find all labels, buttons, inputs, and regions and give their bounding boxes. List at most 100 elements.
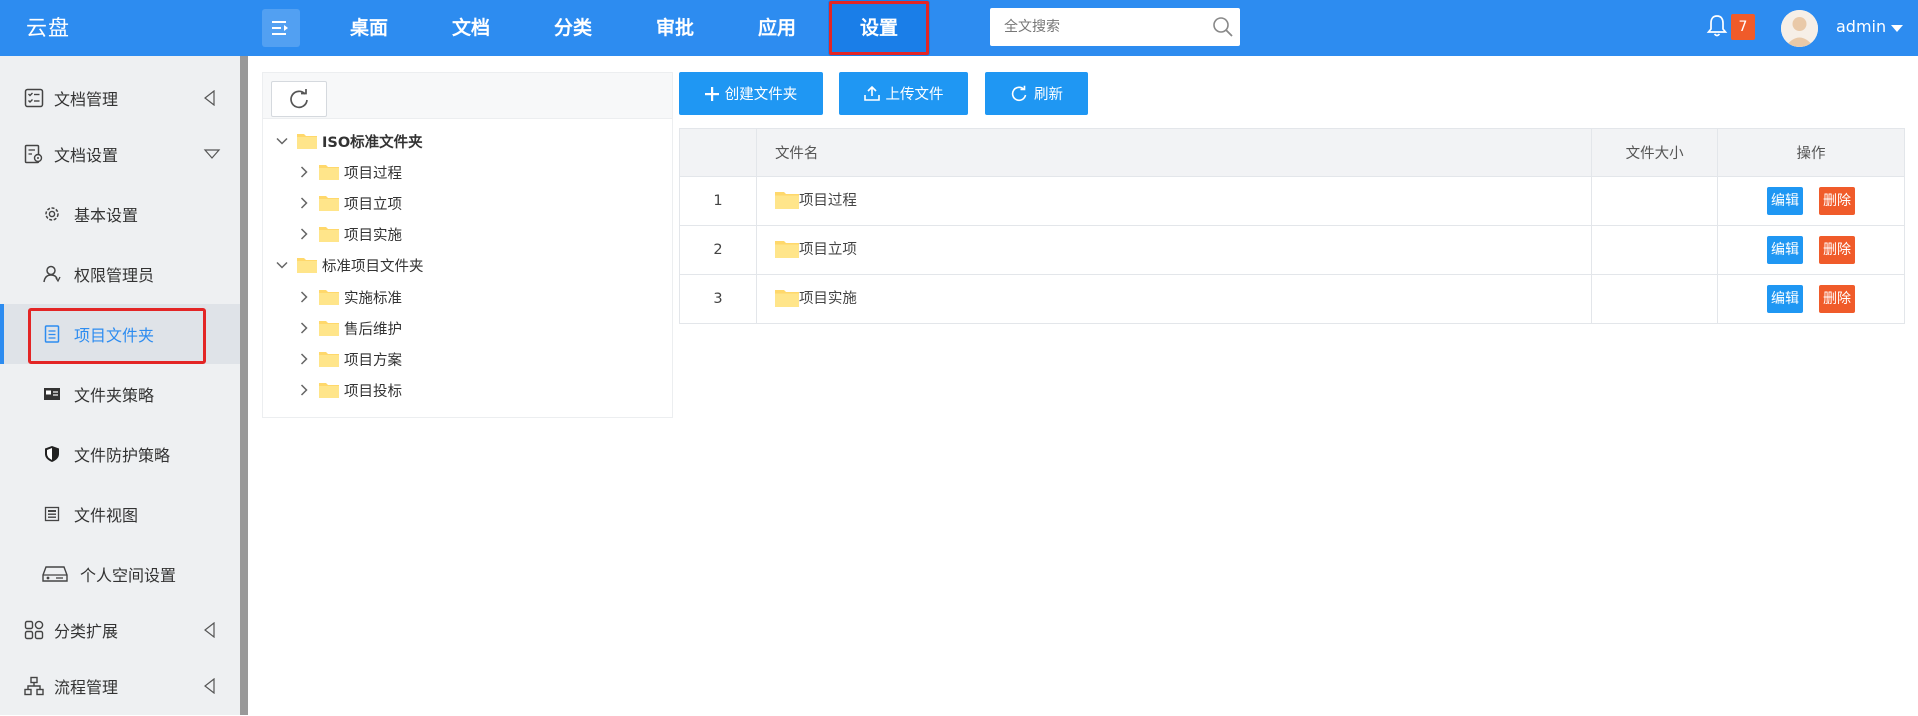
sidebar-item-label: 文件视图 bbox=[74, 506, 139, 525]
search-input[interactable] bbox=[990, 8, 1195, 46]
upload-file-label: 上传文件 bbox=[885, 87, 944, 103]
chevron-down-icon[interactable] bbox=[275, 134, 289, 148]
bell-icon[interactable] bbox=[1706, 14, 1728, 38]
folder-icon bbox=[319, 165, 339, 180]
sidebar-item-label: 文档设置 bbox=[54, 146, 119, 165]
row-actions: 编辑 删除 bbox=[1717, 274, 1905, 324]
search-icon[interactable] bbox=[1212, 16, 1234, 38]
user-avatar-icon bbox=[1781, 10, 1818, 47]
nav-categories[interactable]: 分类 bbox=[522, 0, 624, 56]
edit-button[interactable]: 编辑 bbox=[1767, 187, 1804, 215]
chevron-right-icon[interactable] bbox=[297, 352, 311, 366]
user-dropdown-caret-icon[interactable] bbox=[1891, 25, 1903, 32]
tree-node-label: 售后维护 bbox=[344, 321, 402, 338]
folder-icon bbox=[297, 258, 317, 273]
tree-node-label: 项目投标 bbox=[344, 383, 402, 400]
row-filename[interactable]: 项目过程 bbox=[799, 189, 857, 210]
edit-button[interactable]: 编辑 bbox=[1767, 236, 1804, 264]
col-filename-header[interactable]: 文件名 bbox=[756, 128, 1593, 177]
delete-button[interactable]: 删除 bbox=[1819, 236, 1856, 264]
tree-node-project-implementation[interactable]: 项目实施 bbox=[297, 222, 402, 246]
sidebar-item-flow-management[interactable]: 流程管理 bbox=[0, 656, 240, 716]
row-index: 1 bbox=[679, 176, 757, 226]
col-index-header bbox=[679, 128, 757, 177]
avatar[interactable] bbox=[1781, 10, 1818, 47]
username[interactable]: admin bbox=[1836, 17, 1886, 36]
tree-node-standard-folder[interactable]: 标准项目文件夹 bbox=[275, 253, 424, 277]
list-icon bbox=[42, 324, 62, 344]
chevron-right-icon[interactable] bbox=[297, 290, 311, 304]
tree-node-label: 标准项目文件夹 bbox=[322, 258, 424, 275]
tree-node-project-plan[interactable]: 项目方案 bbox=[297, 347, 402, 371]
row-filename[interactable]: 项目实施 bbox=[799, 287, 857, 308]
sidebar-item-project-folder[interactable]: 项目文件夹 bbox=[0, 304, 240, 364]
sidebar-item-file-view[interactable]: 文件视图 bbox=[0, 484, 240, 544]
sidebar-item-folder-policy[interactable]: 文件夹策略 bbox=[0, 364, 240, 424]
chevron-down-icon[interactable] bbox=[275, 258, 289, 272]
sidebar-item-personal-space[interactable]: 个人空间设置 bbox=[0, 544, 240, 604]
tree-node-iso-folder[interactable]: ISO标准文件夹 bbox=[275, 129, 423, 153]
table-row[interactable]: 2 项目立项 编辑 删除 bbox=[679, 225, 1905, 275]
chevron-left-icon bbox=[204, 678, 215, 694]
refresh-label: 刷新 bbox=[1034, 87, 1063, 103]
nav-documents[interactable]: 文档 bbox=[420, 0, 522, 56]
fulltext-search bbox=[990, 8, 1240, 46]
sidebar-item-permission-admin[interactable]: 权限管理员 bbox=[0, 244, 240, 304]
row-filesize bbox=[1591, 225, 1719, 275]
sidebar-item-label: 个人空间设置 bbox=[80, 566, 177, 585]
menu-fold-icon bbox=[272, 21, 288, 35]
row-filename-cell[interactable]: 项目实施 bbox=[756, 274, 1593, 324]
chevron-down-icon bbox=[203, 149, 221, 159]
grid-icon bbox=[24, 620, 44, 640]
tree-node-project-process[interactable]: 项目过程 bbox=[297, 160, 402, 184]
folder-tree-panel: ISO标准文件夹 项目过程 项目立项 项目实施 标准项目文件夹 实施标准 售后维… bbox=[262, 72, 673, 418]
nav-settings[interactable]: 设置 bbox=[828, 0, 930, 56]
chevron-right-icon[interactable] bbox=[297, 165, 311, 179]
sidebar-item-label: 基本设置 bbox=[74, 206, 139, 225]
tree-node-project-initiation[interactable]: 项目立项 bbox=[297, 191, 402, 215]
active-indicator bbox=[0, 304, 4, 364]
plus-icon bbox=[704, 86, 719, 101]
sidebar-item-doc-management[interactable]: 文档管理 bbox=[0, 68, 240, 128]
app-logo: 云盘 bbox=[26, 16, 70, 40]
sidebar-scrollbar[interactable] bbox=[240, 56, 248, 715]
sidebar-item-doc-settings[interactable]: 文档设置 bbox=[0, 124, 240, 184]
sidebar-item-file-protection[interactable]: 文件防护策略 bbox=[0, 424, 240, 484]
sidebar-item-category-ext[interactable]: 分类扩展 bbox=[0, 600, 240, 660]
tree-refresh-button[interactable] bbox=[271, 81, 327, 117]
chevron-right-icon[interactable] bbox=[297, 227, 311, 241]
tree-node-project-bidding[interactable]: 项目投标 bbox=[297, 378, 402, 402]
delete-button[interactable]: 删除 bbox=[1819, 187, 1856, 215]
folder-icon bbox=[319, 290, 339, 305]
refresh-button[interactable]: 刷新 bbox=[985, 72, 1088, 115]
nav-desktop[interactable]: 桌面 bbox=[318, 0, 420, 56]
table-row[interactable]: 3 项目实施 编辑 删除 bbox=[679, 274, 1905, 324]
chevron-left-icon bbox=[204, 90, 215, 106]
tree-node-after-sales[interactable]: 售后维护 bbox=[297, 316, 402, 340]
notification-badge: 7 bbox=[1731, 14, 1755, 40]
delete-button[interactable]: 删除 bbox=[1819, 285, 1856, 313]
refresh-icon bbox=[290, 89, 308, 109]
sidebar-item-label: 文件防护策略 bbox=[74, 446, 171, 465]
nav-approval[interactable]: 审批 bbox=[624, 0, 726, 56]
tree-node-implementation-standard[interactable]: 实施标准 bbox=[297, 285, 402, 309]
col-filesize-header[interactable]: 文件大小 bbox=[1591, 128, 1719, 177]
folder-icon bbox=[774, 240, 799, 258]
view-icon bbox=[42, 504, 62, 524]
upload-file-button[interactable]: 上传文件 bbox=[839, 72, 968, 115]
sidebar-item-basic-settings[interactable]: 基本设置 bbox=[0, 184, 240, 244]
chevron-right-icon[interactable] bbox=[297, 383, 311, 397]
row-filename[interactable]: 项目立项 bbox=[799, 238, 857, 259]
chevron-right-icon[interactable] bbox=[297, 321, 311, 335]
create-folder-button[interactable]: 创建文件夹 bbox=[679, 72, 823, 115]
table-row[interactable]: 1 项目过程 编辑 删除 bbox=[679, 176, 1905, 226]
edit-button[interactable]: 编辑 bbox=[1767, 285, 1804, 313]
chevron-right-icon[interactable] bbox=[297, 196, 311, 210]
folder-icon bbox=[774, 289, 799, 307]
menu-toggle-button[interactable] bbox=[262, 9, 300, 47]
folder-policy-icon bbox=[42, 384, 62, 404]
row-filename-cell[interactable]: 项目过程 bbox=[756, 176, 1593, 226]
row-filename-cell[interactable]: 项目立项 bbox=[756, 225, 1593, 275]
nav-apps[interactable]: 应用 bbox=[726, 0, 828, 56]
storage-icon bbox=[42, 564, 68, 584]
